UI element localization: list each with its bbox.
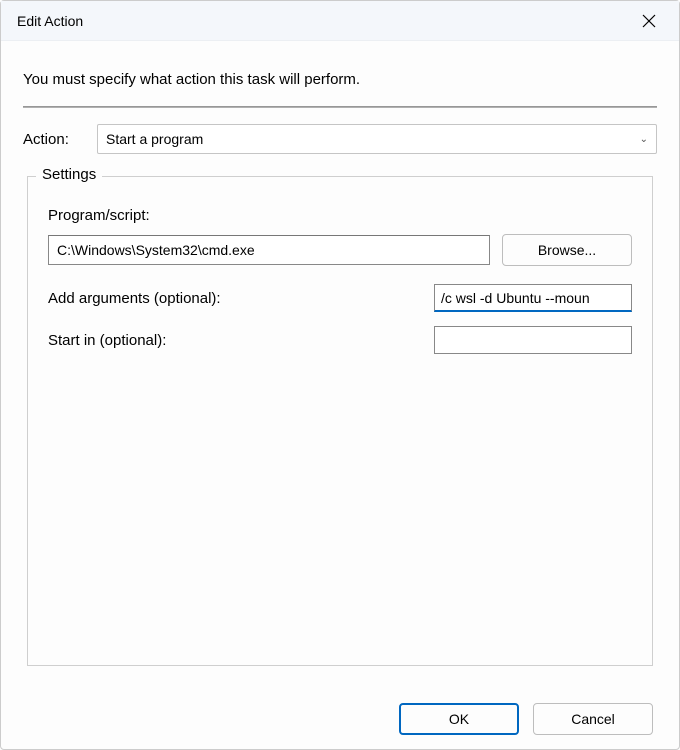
startin-label: Start in (optional):	[48, 332, 166, 349]
dialog-footer: OK Cancel	[1, 689, 679, 749]
close-icon	[642, 14, 656, 28]
action-selected-value: Start a program	[106, 131, 203, 147]
dialog-window: Edit Action You must specify what action…	[1, 1, 679, 749]
chevron-down-icon: ⌄	[640, 134, 648, 145]
arguments-row: Add arguments (optional):	[48, 284, 632, 312]
settings-legend: Settings	[36, 166, 102, 183]
titlebar: Edit Action	[1, 1, 679, 41]
program-script-row: Browse...	[48, 234, 632, 266]
program-script-input[interactable]	[48, 235, 490, 265]
browse-button[interactable]: Browse...	[502, 234, 632, 266]
action-label: Action:	[23, 131, 85, 148]
arguments-label: Add arguments (optional):	[48, 290, 221, 307]
instruction-text: You must specify what action this task w…	[23, 71, 657, 88]
dialog-title: Edit Action	[17, 13, 83, 29]
ok-button[interactable]: OK	[399, 703, 519, 735]
startin-row: Start in (optional):	[48, 326, 632, 354]
divider	[23, 106, 657, 108]
program-script-label: Program/script:	[48, 207, 632, 224]
startin-input[interactable]	[434, 326, 632, 354]
close-button[interactable]	[633, 5, 665, 37]
dialog-content: You must specify what action this task w…	[1, 41, 679, 666]
action-select[interactable]: Start a program ⌄	[97, 124, 657, 154]
cancel-button[interactable]: Cancel	[533, 703, 653, 735]
action-row: Action: Start a program ⌄	[23, 124, 657, 154]
arguments-input[interactable]	[434, 284, 632, 312]
settings-fieldset: Settings Program/script: Browse... Add a…	[27, 176, 653, 666]
